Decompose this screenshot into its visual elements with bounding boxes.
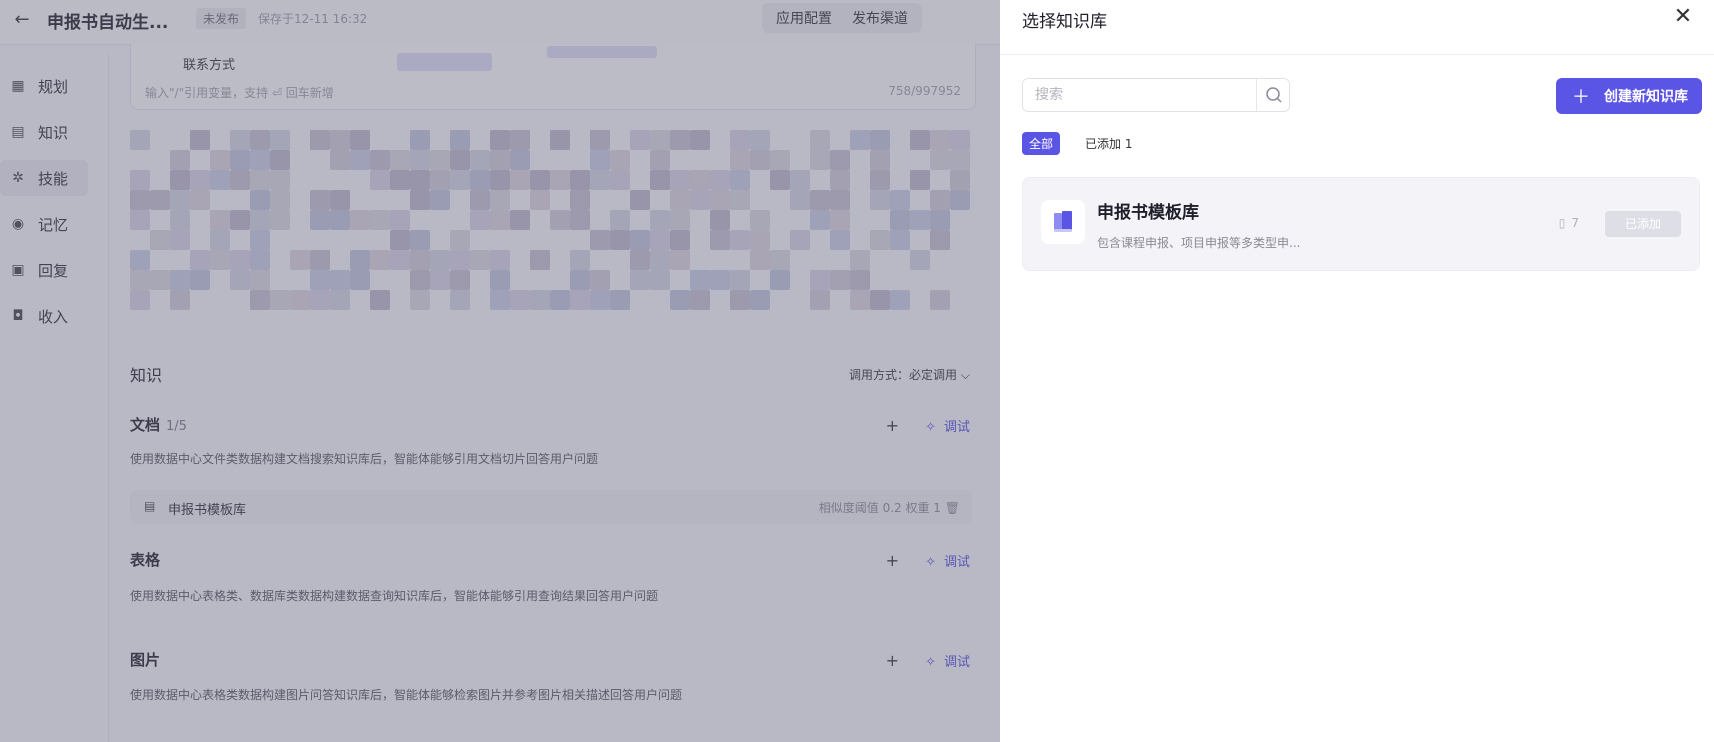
- book-icon: [1041, 200, 1085, 244]
- filter-tab-all[interactable]: 全部: [1022, 132, 1061, 155]
- knowledge-card-desc: 包含课程申报、项目申报等多类型申...: [1097, 236, 1301, 250]
- document-count: ▯ 7: [1559, 216, 1579, 230]
- document-icon: ▯: [1558, 216, 1566, 230]
- drawer-title: 选择知识库: [1022, 12, 1107, 32]
- create-button-label: 创建新知识库: [1604, 89, 1688, 105]
- filter-tab-added[interactable]: 已添加 1: [1078, 132, 1139, 155]
- create-knowledge-button[interactable]: ＋ 创建新知识库: [1556, 78, 1702, 114]
- divider: [1256, 79, 1257, 111]
- screen: ← 申报书自动生... 未发布 保存于12-11 16:32 应用配置 发布渠道…: [0, 0, 1714, 742]
- plus-icon: ＋: [1572, 87, 1590, 108]
- close-icon[interactable]: ✕: [1670, 4, 1696, 30]
- added-button: 已添加: [1605, 211, 1681, 237]
- select-knowledge-drawer: 选择知识库 ✕ ＋ 创建新知识库 全部 已添加 1: [1000, 0, 1714, 742]
- search-input[interactable]: [1023, 79, 1251, 111]
- knowledge-card[interactable]: 申报书模板库 包含课程申报、项目申报等多类型申... ▯ 7 已添加: [1022, 177, 1700, 271]
- knowledge-card-name: 申报书模板库: [1097, 203, 1199, 223]
- drawer-header: 选择知识库 ✕: [1000, 0, 1714, 55]
- filter-tabs: 全部 已添加 1: [1022, 132, 1157, 155]
- modal-overlay[interactable]: [0, 0, 1000, 742]
- search-icon[interactable]: [1259, 79, 1289, 111]
- document-count-value: 7: [1571, 216, 1579, 230]
- search-box: [1022, 78, 1290, 112]
